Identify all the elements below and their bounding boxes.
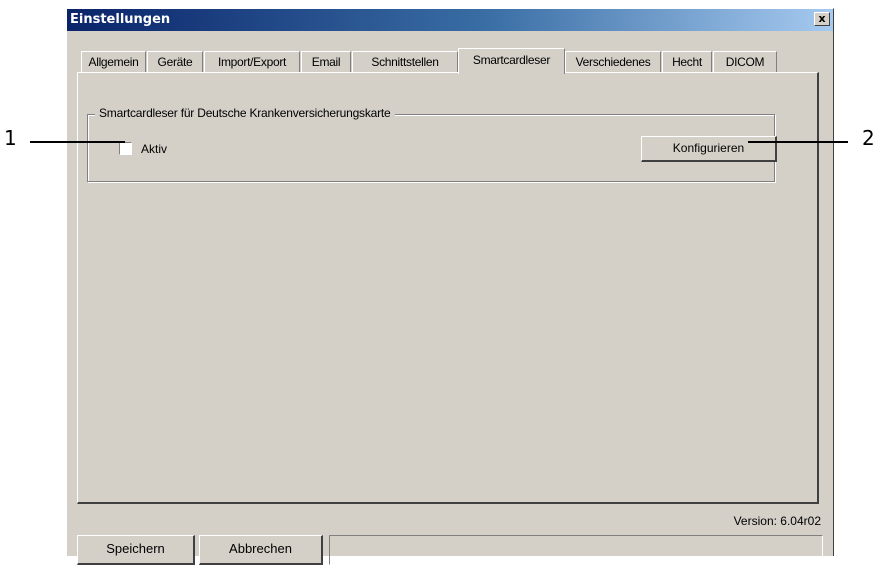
tab-verschiedenes[interactable]: Verschiedenes bbox=[565, 51, 661, 73]
cancel-button[interactable]: Abbrechen bbox=[199, 535, 323, 565]
callout-line-1 bbox=[30, 141, 125, 143]
close-button[interactable]: x bbox=[814, 12, 830, 26]
aktiv-label[interactable]: Aktiv bbox=[141, 142, 167, 156]
tab-import-export[interactable]: Import/Export bbox=[204, 51, 300, 73]
aktiv-checkbox[interactable] bbox=[119, 142, 132, 155]
tab-schnittstellen[interactable]: Schnittstellen bbox=[352, 51, 458, 73]
groupbox-title: Smartcardleser für Deutsche Krankenversi… bbox=[95, 106, 395, 120]
callout-number-1: 1 bbox=[4, 126, 17, 150]
version-label: Version: 6.04r02 bbox=[733, 514, 821, 528]
tab-hecht[interactable]: Hecht bbox=[662, 51, 712, 73]
save-button[interactable]: Speichern bbox=[77, 535, 195, 565]
tab-smartcardleser[interactable]: Smartcardleser bbox=[458, 48, 565, 74]
status-field bbox=[329, 535, 823, 565]
close-icon: x bbox=[818, 12, 826, 25]
configure-button[interactable]: Konfigurieren bbox=[641, 136, 777, 162]
title-bar[interactable]: Einstellungen x bbox=[67, 9, 833, 31]
tab-dicom[interactable]: DICOM bbox=[713, 51, 777, 73]
window-title: Einstellungen bbox=[70, 12, 171, 27]
tab-allgemein[interactable]: Allgemein bbox=[81, 51, 146, 73]
tab-geraete[interactable]: Geräte bbox=[147, 51, 203, 73]
callout-line-2 bbox=[748, 141, 848, 143]
callout-number-2: 2 bbox=[862, 126, 875, 150]
tab-email[interactable]: Email bbox=[301, 51, 351, 73]
settings-dialog: Einstellungen x Allgemein Geräte Import/… bbox=[66, 8, 834, 565]
